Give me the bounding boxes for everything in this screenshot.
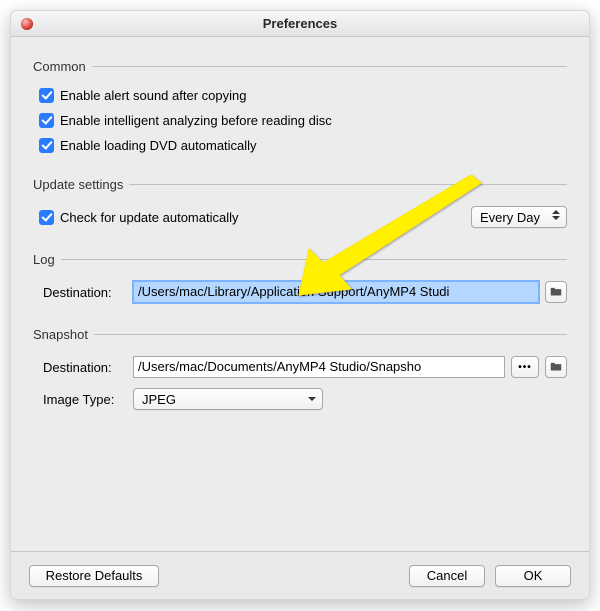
- cancel-button[interactable]: Cancel: [409, 565, 485, 587]
- group-snapshot: Snapshot Destination: /Users/mac/Documen…: [33, 327, 567, 416]
- group-common-legend: Common: [31, 59, 92, 74]
- restore-defaults-label: Restore Defaults: [46, 568, 143, 583]
- checkbox-intelligent-analyzing[interactable]: [39, 113, 54, 128]
- select-update-frequency-value: Every Day: [480, 210, 540, 225]
- more-snapshot-button[interactable]: •••: [511, 356, 539, 378]
- select-update-frequency[interactable]: Every Day: [471, 206, 567, 228]
- input-log-destination[interactable]: /Users/mac/Library/Application Support/A…: [133, 281, 539, 303]
- select-image-type-value: JPEG: [142, 392, 176, 407]
- checkbox-alert-sound[interactable]: [39, 88, 54, 103]
- checkbox-loading-dvd[interactable]: [39, 138, 54, 153]
- group-log: Log Destination: /Users/mac/Library/Appl…: [33, 252, 567, 309]
- input-snapshot-destination-value: /Users/mac/Documents/AnyMP4 Studio/Snaps…: [138, 359, 421, 374]
- chevron-down-icon: [308, 397, 316, 401]
- label-log-destination: Destination:: [43, 285, 133, 300]
- ok-button[interactable]: OK: [495, 565, 571, 587]
- content-area: Common Enable alert sound after copying …: [11, 37, 589, 416]
- bottom-bar: Restore Defaults Cancel OK: [11, 551, 589, 599]
- input-log-destination-value: /Users/mac/Library/Application Support/A…: [138, 284, 449, 299]
- cancel-label: Cancel: [427, 568, 467, 583]
- group-update: Update settings Check for update automat…: [33, 177, 567, 234]
- chevron-updown-icon: [552, 210, 560, 220]
- label-image-type: Image Type:: [43, 392, 133, 407]
- group-log-legend: Log: [31, 252, 61, 267]
- label-intelligent-analyzing: Enable intelligent analyzing before read…: [60, 113, 332, 128]
- group-common: Common Enable alert sound after copying …: [33, 59, 567, 159]
- input-snapshot-destination[interactable]: /Users/mac/Documents/AnyMP4 Studio/Snaps…: [133, 356, 505, 378]
- group-snapshot-legend: Snapshot: [31, 327, 94, 342]
- label-snapshot-destination: Destination:: [43, 360, 133, 375]
- close-window-icon[interactable]: [21, 18, 33, 30]
- select-image-type[interactable]: JPEG: [133, 388, 323, 410]
- label-alert-sound: Enable alert sound after copying: [60, 88, 246, 103]
- folder-icon: [549, 360, 563, 374]
- group-update-legend: Update settings: [31, 177, 129, 192]
- folder-icon: [549, 285, 563, 299]
- checkbox-check-update[interactable]: [39, 210, 54, 225]
- browse-log-folder-button[interactable]: [545, 281, 567, 303]
- browse-snapshot-folder-button[interactable]: [545, 356, 567, 378]
- ellipsis-icon: •••: [518, 362, 532, 373]
- window-title: Preferences: [263, 16, 337, 31]
- preferences-window: Preferences Common Enable alert sound af…: [10, 10, 590, 600]
- restore-defaults-button[interactable]: Restore Defaults: [29, 565, 159, 587]
- label-check-update: Check for update automatically: [60, 210, 238, 225]
- label-loading-dvd: Enable loading DVD automatically: [60, 138, 257, 153]
- ok-label: OK: [524, 568, 543, 583]
- titlebar: Preferences: [11, 11, 589, 37]
